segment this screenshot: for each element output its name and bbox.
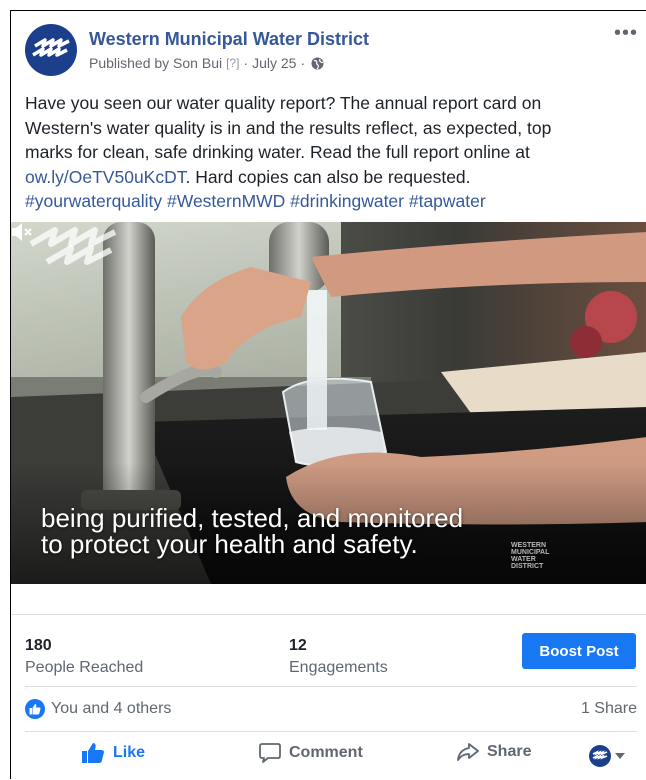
globe-icon [311, 57, 324, 70]
share-count[interactable]: 1 Share [581, 700, 637, 718]
comment-icon [259, 743, 281, 763]
like-icon [82, 743, 104, 763]
post-card: Western Municipal Water District Publish… [10, 10, 646, 779]
post-text-line-2: Western's water quality is in and the re… [25, 117, 552, 138]
help-marker[interactable]: [?] [226, 56, 239, 70]
more-options-icon[interactable]: ••• [614, 23, 638, 43]
hashtags[interactable]: #yourwaterquality #WesternMWD #drinkingw… [25, 189, 625, 214]
like-button[interactable]: Like [81, 742, 145, 764]
report-link[interactable]: ow.ly/OeTV50uKcDT [25, 167, 185, 187]
watermark-text: WESTERN MUNICIPAL WATER DISTRICT [511, 542, 549, 570]
video-player[interactable]: being purified, tested, and monitored to… [11, 222, 646, 584]
people-reached-value: 180 [25, 637, 52, 654]
post-text-tail: . Hard copies can also be requested. [185, 166, 471, 187]
reaction-summary[interactable]: You and 4 others [25, 699, 171, 719]
post-header: Western Municipal Water District Publish… [11, 11, 646, 81]
post-text-line-1: Have you seen our water quality report? … [25, 93, 542, 113]
share-button[interactable]: Share [457, 742, 531, 762]
post-meta: Published by Son Bui [?] · July 25 · [89, 55, 324, 71]
like-reaction-icon [25, 699, 45, 719]
comment-button[interactable]: Comment [259, 742, 363, 764]
like-label: Like [113, 744, 146, 761]
likes-count: You and 4 others [51, 700, 172, 717]
share-icon [457, 743, 479, 761]
watermark-line-1: WESTERN [511, 542, 546, 549]
reactions-bar: You and 4 others 1 Share [25, 686, 637, 731]
watermark-line-2: MUNICIPAL [511, 549, 550, 556]
mute-icon[interactable] [11, 222, 33, 242]
post-as-selector[interactable] [589, 745, 625, 767]
caption-line-2: to protect your health and safety. [41, 529, 418, 559]
action-bar: Like Comment Share [25, 731, 637, 780]
post-text: Have you seen our water quality report? … [25, 91, 625, 214]
comment-label: Comment [289, 744, 363, 761]
share-label: Share [487, 743, 532, 760]
page-avatar[interactable] [25, 24, 77, 76]
boost-post-button[interactable]: Boost Post [522, 633, 636, 669]
meta-separator: · [243, 55, 249, 71]
engagements-label[interactable]: Engagements [289, 659, 388, 677]
page-name[interactable]: Western Municipal Water District [89, 29, 369, 50]
post-text-line-3: marks for clean, safe drinking water. Re… [25, 142, 530, 162]
watermark-line-3: WATER [511, 556, 536, 563]
caption-line-1: being purified, tested, and monitored [41, 503, 464, 533]
post-text-line-4: ow.ly/OeTV50uKcDT. Hard copies can also … [25, 165, 625, 190]
meta-separator-2: · [300, 55, 306, 71]
chevron-down-icon [615, 753, 625, 759]
people-reached-label[interactable]: People Reached [25, 659, 143, 677]
video-caption: being purified, tested, and monitored to… [41, 505, 463, 557]
engagements-value: 12 [289, 637, 307, 654]
post-insights: 180 People Reached 12 Engagements Boost … [11, 614, 646, 686]
watermark-line-4: DISTRICT [511, 563, 544, 570]
publisher: Published by Son Bui [89, 55, 223, 71]
post-date[interactable]: July 25 [252, 55, 296, 71]
page-mini-avatar [589, 745, 611, 767]
